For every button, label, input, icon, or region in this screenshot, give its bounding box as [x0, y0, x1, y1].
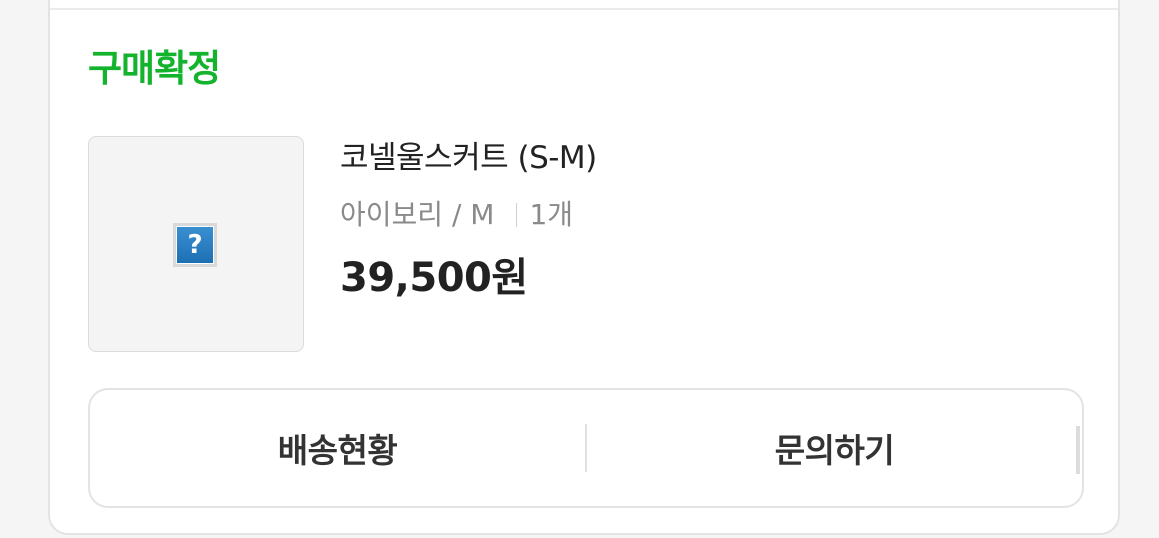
option-text: 아이보리 / M: [340, 198, 495, 231]
product-options: 아이보리 / M 1개: [340, 198, 573, 232]
section-divider: [50, 8, 1118, 10]
product-thumbnail[interactable]: ?: [88, 136, 304, 352]
option-separator: [516, 203, 518, 227]
order-item-card: 구매확정 ? 코넬울스커트 (S-M) 아이보리 / M 1개 39,500원 배…: [48, 0, 1120, 535]
order-detail-viewport: 구매확정 ? 코넬울스커트 (S-M) 아이보리 / M 1개 39,500원 배…: [0, 0, 1159, 538]
inquiry-button[interactable]: 문의하기: [587, 390, 1082, 506]
scroll-edge-indicator: [1076, 426, 1080, 474]
order-action-buttons: 배송현황 문의하기: [88, 388, 1084, 508]
order-status-label: 구매확정: [88, 47, 221, 90]
broken-image-glyph: ?: [176, 226, 214, 264]
product-name[interactable]: 코넬울스커트 (S-M): [340, 140, 597, 177]
broken-image-icon: ?: [173, 223, 217, 267]
quantity-text: 1개: [529, 198, 574, 231]
track-delivery-button[interactable]: 배송현황: [90, 390, 585, 506]
product-price: 39,500원: [340, 255, 528, 301]
